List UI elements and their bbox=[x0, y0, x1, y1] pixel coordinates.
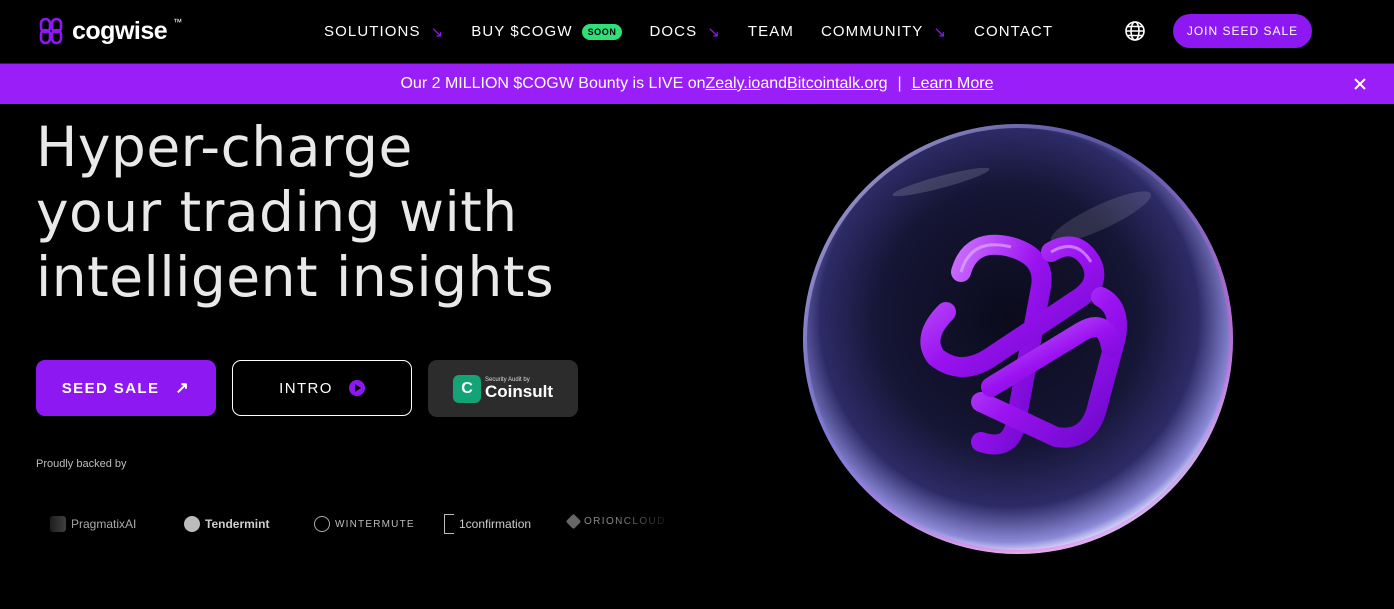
headline-line-1: Hyper-charge bbox=[36, 115, 413, 179]
bitcointalk-link[interactable]: Bitcointalk.org bbox=[787, 75, 888, 93]
nav-item-contact[interactable]: CONTACT bbox=[974, 23, 1053, 40]
partner-logo: WINTERMUTE bbox=[314, 516, 415, 532]
logo-trademark: ™ bbox=[173, 17, 183, 27]
tendermint-logo-icon bbox=[184, 516, 200, 532]
nav-item-buy-cogw[interactable]: BUY $COGW SOON bbox=[471, 23, 623, 40]
partner-logos: PragmatixAI Tendermint WINTERMUTE 1confi… bbox=[36, 510, 676, 542]
banner-and: and bbox=[760, 75, 788, 92]
audit-text: Security Audit by Coinsult bbox=[485, 377, 553, 400]
soon-badge: SOON bbox=[581, 23, 623, 40]
cogwise-logo-icon bbox=[39, 17, 63, 45]
arrow-up-right-icon: ↗ bbox=[175, 380, 191, 397]
close-icon[interactable] bbox=[1352, 76, 1368, 92]
join-seed-sale-button[interactable]: JOIN SEED SALE bbox=[1173, 14, 1312, 48]
nav-item-label: TEAM bbox=[747, 23, 794, 40]
banner-separator: | bbox=[897, 75, 902, 92]
glass-sphere-logo-icon bbox=[803, 124, 1233, 554]
partner-name: PragmatixAI bbox=[71, 517, 137, 531]
audit-brand: Coinsult bbox=[485, 382, 553, 401]
nav-item-label: DOCS bbox=[649, 23, 698, 40]
top-navbar: cogwise ™ SOLUTIONS ↘ BUY $COGW SOON DOC… bbox=[0, 0, 1394, 63]
fade-overlay-left bbox=[36, 510, 76, 542]
intro-label: INTRO bbox=[279, 379, 333, 397]
seed-sale-label: SEED SALE bbox=[61, 379, 160, 397]
headline-line-3: intelligent insights bbox=[36, 245, 555, 309]
banner-text: Our 2 MILLION $COGW Bounty is LIVE on bbox=[400, 75, 706, 92]
headline-line-2: your trading with bbox=[36, 180, 518, 244]
main-menu: SOLUTIONS ↘ BUY $COGW SOON DOCS ↘ TEAM C… bbox=[324, 0, 1080, 63]
orioncloud-logo-icon bbox=[565, 513, 582, 530]
partner-name: WINTERMUTE bbox=[335, 518, 415, 530]
nav-item-label: COMMUNITY bbox=[820, 23, 924, 40]
nav-item-community[interactable]: COMMUNITY ↘ bbox=[821, 23, 947, 41]
bracket-icon bbox=[444, 514, 454, 534]
partner-name: 1confirmation bbox=[459, 517, 532, 531]
nav-item-docs[interactable]: DOCS ↘ bbox=[649, 23, 720, 41]
intro-video-button[interactable]: INTRO bbox=[232, 360, 412, 416]
wintermute-logo-icon bbox=[314, 516, 330, 532]
nav-item-label: CONTACT bbox=[974, 23, 1054, 40]
globe-icon[interactable] bbox=[1124, 20, 1146, 42]
coinsult-audit-badge[interactable]: C Security Audit by Coinsult bbox=[428, 360, 578, 417]
arrow-down-right-icon: ↘ bbox=[430, 23, 445, 41]
hero-headline: Hyper-charge your trading with intellige… bbox=[36, 115, 554, 310]
coinsult-logo-icon: C bbox=[453, 374, 481, 403]
play-icon bbox=[348, 380, 365, 396]
arrow-down-right-icon: ↘ bbox=[933, 23, 948, 41]
nav-item-label: BUY $COGW bbox=[471, 23, 573, 40]
nav-item-solutions[interactable]: SOLUTIONS ↘ bbox=[324, 23, 444, 41]
nav-item-team[interactable]: TEAM bbox=[748, 23, 794, 40]
learn-more-link[interactable]: Learn More bbox=[912, 75, 994, 93]
logo-text: cogwise bbox=[72, 16, 168, 45]
partner-name: Tendermint bbox=[205, 517, 270, 531]
fade-overlay-right bbox=[616, 510, 676, 542]
seed-sale-button[interactable]: SEED SALE ↗ bbox=[36, 360, 216, 416]
backed-by-label: Proudly backed by bbox=[36, 458, 127, 470]
partner-logo: Tendermint bbox=[184, 516, 269, 532]
zealy-link[interactable]: Zealy.io bbox=[705, 75, 760, 93]
announcement-banner: Our 2 MILLION $COGW Bounty is LIVE on Ze… bbox=[0, 64, 1394, 104]
partner-logo: 1confirmation bbox=[444, 514, 531, 534]
logo[interactable]: cogwise ™ bbox=[36, 16, 182, 46]
nav-item-label: SOLUTIONS bbox=[324, 23, 421, 40]
arrow-down-right-icon: ↘ bbox=[707, 23, 721, 41]
